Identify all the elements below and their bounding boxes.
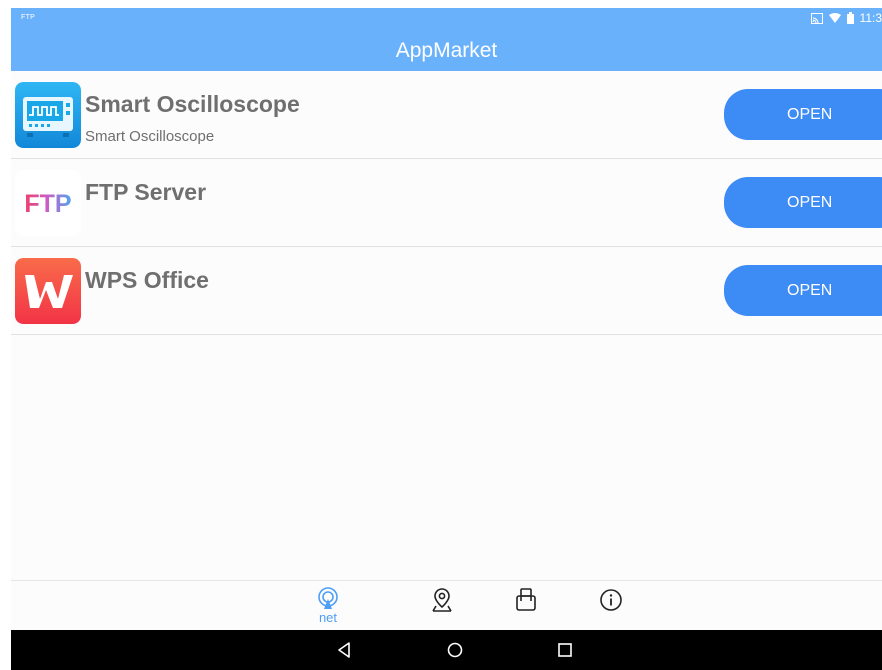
wps-office-icon bbox=[15, 258, 81, 324]
clock: 11:3 bbox=[859, 11, 882, 25]
bottom-nav: net bbox=[11, 580, 882, 631]
nav-item-info[interactable] bbox=[586, 581, 636, 631]
app-list: Smart Oscilloscope Smart Oscilloscope OP… bbox=[11, 71, 882, 335]
app-name: WPS Office bbox=[85, 267, 209, 293]
open-button[interactable]: OPEN bbox=[724, 265, 882, 316]
page-title: AppMarket bbox=[395, 39, 498, 62]
ftp-logo-text: FTP bbox=[24, 190, 71, 218]
net-icon bbox=[318, 587, 338, 609]
list-item: Smart Oscilloscope Smart Oscilloscope OP… bbox=[11, 71, 882, 159]
list-item: FTP FTP Server OPEN bbox=[11, 159, 882, 247]
home-icon[interactable] bbox=[446, 641, 464, 659]
usb-drive-icon bbox=[516, 588, 536, 611]
nav-item-usb-drive[interactable] bbox=[501, 581, 551, 631]
battery-icon bbox=[846, 12, 854, 24]
nav-item-net[interactable]: net bbox=[303, 581, 353, 631]
location-icon bbox=[432, 588, 452, 612]
list-item: WPS Office OPEN bbox=[11, 247, 882, 335]
recents-icon[interactable] bbox=[557, 641, 573, 659]
app-subtitle: Smart Oscilloscope bbox=[85, 128, 215, 145]
back-icon[interactable] bbox=[336, 641, 352, 659]
ftp-logo: FTP bbox=[15, 170, 81, 236]
app-name: FTP Server bbox=[85, 179, 207, 205]
cast-icon bbox=[810, 12, 823, 24]
status-notification-text: FTP bbox=[21, 14, 36, 21]
header-bar: FTP 11:3 AppMarket bbox=[11, 8, 882, 71]
nav-label-net: net bbox=[318, 610, 338, 625]
open-button[interactable]: OPEN bbox=[724, 89, 882, 140]
info-icon bbox=[600, 589, 622, 611]
wifi-icon bbox=[828, 13, 841, 23]
nav-item-location[interactable] bbox=[417, 581, 467, 631]
system-nav-bar bbox=[11, 630, 882, 670]
oscilloscope-icon bbox=[15, 82, 81, 148]
app-screen: FTP 11:3 AppMarket Smart Oscilloscope Sm… bbox=[11, 8, 882, 670]
app-name: Smart Oscilloscope bbox=[85, 91, 300, 117]
open-button[interactable]: OPEN bbox=[724, 177, 882, 228]
status-icons: 11:3 bbox=[810, 11, 882, 25]
